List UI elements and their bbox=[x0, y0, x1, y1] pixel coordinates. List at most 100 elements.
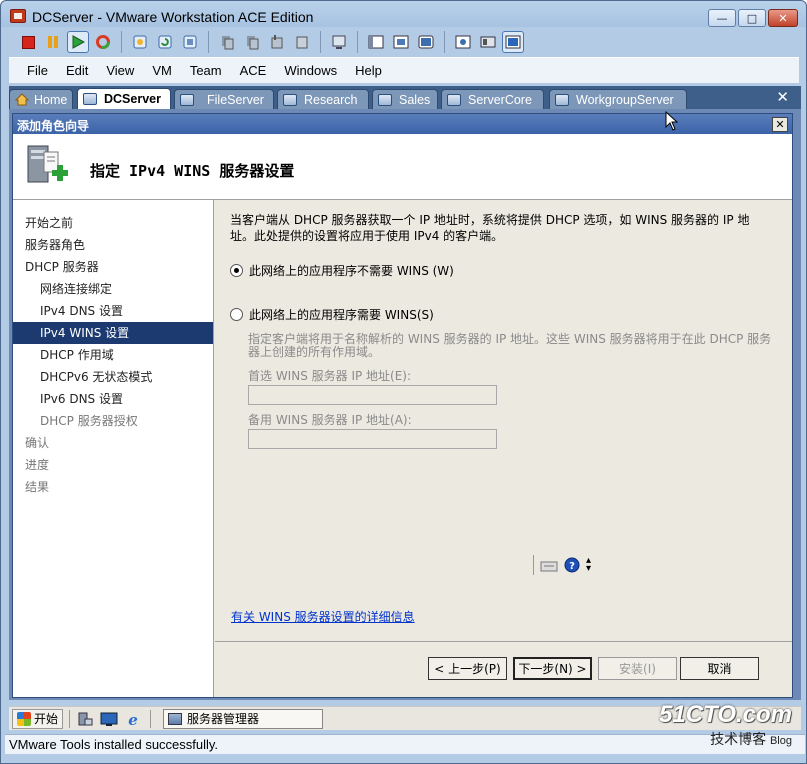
summary-view-icon[interactable] bbox=[452, 31, 474, 53]
preferred-wins-field[interactable] bbox=[248, 385, 497, 405]
tab-research[interactable]: Research bbox=[277, 89, 369, 109]
window-controls: — □ ✕ bbox=[708, 9, 798, 27]
step-ipv4-dns[interactable]: IPv4 DNS 设置 bbox=[13, 300, 213, 322]
step-dhcpv6-stateless[interactable]: DHCPv6 无状态模式 bbox=[13, 366, 213, 388]
snapshot-manager-icon[interactable] bbox=[179, 31, 201, 53]
quick-switch-icon[interactable] bbox=[415, 31, 437, 53]
windows-logo-icon bbox=[17, 711, 31, 726]
vm-icon bbox=[447, 93, 461, 106]
page-description: 当客户端从 DHCP 服务器获取一个 IP 地址时，系统将提供 DHCP 选项，… bbox=[230, 213, 750, 243]
step-network-bindings[interactable]: 网络连接绑定 bbox=[13, 278, 213, 300]
option-no-wins[interactable]: 此网络上的应用程序不需要 WINS (W) bbox=[230, 262, 454, 279]
menu-vm[interactable]: VM bbox=[144, 60, 180, 81]
tab-servercore[interactable]: ServerCore bbox=[441, 89, 544, 109]
power-off-icon[interactable] bbox=[17, 31, 39, 53]
menu-view[interactable]: View bbox=[98, 60, 142, 81]
tab-workgroupserver[interactable]: WorkgroupServer bbox=[549, 89, 687, 109]
maximize-button[interactable]: □ bbox=[738, 9, 766, 27]
tab-sales-label: Sales bbox=[399, 92, 431, 107]
tab-fileserver[interactable]: FileServer bbox=[174, 89, 274, 109]
guest-screen: 添加角色向导 ✕ 指定 IPv4 WINS 服务器设置 开始之前 服务器角色 D… bbox=[9, 109, 801, 700]
server-role-icon bbox=[27, 145, 68, 183]
show-desktop-icon[interactable] bbox=[100, 711, 118, 727]
vm-icon bbox=[378, 93, 392, 106]
watermark-sub-text: 技术博客 bbox=[710, 731, 767, 747]
step-before-you-begin[interactable]: 开始之前 bbox=[13, 212, 213, 234]
team-suspend-icon[interactable] bbox=[241, 31, 263, 53]
snapshot-icon[interactable] bbox=[129, 31, 151, 53]
alternate-wins-label: 备用 WINS 服务器 IP 地址(A): bbox=[248, 413, 412, 427]
step-dhcp-scopes[interactable]: DHCP 作用域 bbox=[13, 344, 213, 366]
team-pause-icon[interactable] bbox=[266, 31, 288, 53]
vm-icon bbox=[283, 93, 297, 106]
keyboard-icon[interactable] bbox=[540, 558, 558, 572]
power-on-icon[interactable] bbox=[67, 31, 89, 53]
title-bar: DCServer - VMware Workstation ACE Editio… bbox=[1, 1, 806, 29]
menu-bar: File Edit View VM Team ACE Windows Help bbox=[9, 57, 799, 83]
language-bar: ? ▴ ▾ bbox=[533, 555, 591, 575]
vm-tabs: Home DCServer FileServer Research Sales … bbox=[9, 86, 801, 109]
team-start-icon[interactable] bbox=[216, 31, 238, 53]
tab-servercore-label: ServerCore bbox=[468, 92, 532, 107]
server-manager-quicklaunch-icon[interactable] bbox=[76, 711, 94, 727]
preferred-wins-label: 首选 WINS 服务器 IP 地址(E): bbox=[248, 369, 412, 383]
taskbar-task-label: 服务器管理器 bbox=[187, 712, 260, 726]
watermark-site: 51CTO.com bbox=[659, 701, 792, 728]
suspend-icon[interactable] bbox=[42, 31, 64, 53]
next-button[interactable]: 下一步(N) > bbox=[513, 657, 592, 680]
toolbar bbox=[9, 29, 799, 55]
menu-file[interactable]: File bbox=[19, 60, 56, 81]
fullscreen-icon[interactable] bbox=[390, 31, 412, 53]
taskbar-separator bbox=[150, 709, 152, 728]
minimize-button[interactable]: — bbox=[708, 9, 736, 27]
wins-info-link[interactable]: 有关 WINS 服务器设置的详细信息 bbox=[231, 608, 415, 625]
option-wins-label: 此网络上的应用程序需要 WINS(S) bbox=[249, 308, 434, 322]
vm-icon bbox=[180, 93, 194, 106]
console-view-icon[interactable] bbox=[502, 31, 524, 53]
back-button[interactable]: < 上一步(P) bbox=[428, 657, 507, 680]
menu-ace[interactable]: ACE bbox=[232, 60, 275, 81]
start-button[interactable]: 开始 bbox=[12, 708, 64, 729]
taskbar-separator bbox=[69, 709, 71, 728]
home-icon bbox=[15, 93, 29, 106]
close-button[interactable]: ✕ bbox=[768, 9, 798, 27]
step-results: 结果 bbox=[25, 480, 50, 494]
tab-sales[interactable]: Sales bbox=[372, 89, 438, 109]
step-confirmation: 确认 bbox=[25, 436, 50, 450]
menu-windows[interactable]: Windows bbox=[276, 60, 345, 81]
team-stop-icon[interactable] bbox=[291, 31, 313, 53]
step-dhcp-server[interactable]: DHCP 服务器 bbox=[13, 256, 213, 278]
option-wins-required[interactable]: 此网络上的应用程序需要 WINS(S) bbox=[230, 306, 434, 323]
menu-team[interactable]: Team bbox=[182, 60, 230, 81]
language-bar-options-icon[interactable]: ▴ ▾ bbox=[586, 556, 591, 574]
sidebar-toggle-icon[interactable] bbox=[365, 31, 387, 53]
internet-explorer-icon[interactable]: e bbox=[124, 711, 142, 727]
radio-wins-required[interactable] bbox=[230, 308, 243, 321]
step-server-roles[interactable]: 服务器角色 bbox=[13, 234, 213, 256]
step-dhcp-authorization: DHCP 服务器授权 bbox=[40, 414, 138, 428]
console-icon[interactable] bbox=[328, 31, 350, 53]
tab-dcserver-label: DCServer bbox=[104, 92, 161, 106]
radio-no-wins[interactable] bbox=[230, 264, 243, 277]
close-tab-icon[interactable]: ✕ bbox=[776, 88, 789, 106]
alternate-wins-field[interactable] bbox=[248, 429, 497, 449]
menu-edit[interactable]: Edit bbox=[58, 60, 96, 81]
add-roles-wizard: 添加角色向导 ✕ 指定 IPv4 WINS 服务器设置 开始之前 服务器角色 D… bbox=[12, 113, 793, 698]
watermark: 51CTO.com 技术博客 Blog bbox=[659, 701, 792, 749]
taskbar-server-manager[interactable]: 服务器管理器 bbox=[163, 708, 324, 729]
start-label: 开始 bbox=[34, 712, 59, 726]
cancel-button[interactable]: 取消 bbox=[680, 657, 759, 680]
menu-help[interactable]: Help bbox=[347, 60, 390, 81]
wizard-close-icon[interactable]: ✕ bbox=[772, 117, 788, 132]
tab-home[interactable]: Home bbox=[9, 89, 73, 109]
svg-text:e: e bbox=[128, 711, 138, 727]
revert-snapshot-icon[interactable] bbox=[154, 31, 176, 53]
step-ipv4-wins[interactable]: IPv4 WINS 设置 bbox=[13, 322, 213, 344]
tab-dcserver[interactable]: DCServer bbox=[77, 88, 171, 109]
help-icon[interactable]: ? bbox=[564, 557, 580, 573]
reset-icon[interactable] bbox=[92, 31, 114, 53]
toolbar-separator bbox=[208, 31, 209, 53]
step-ipv6-dns[interactable]: IPv6 DNS 设置 bbox=[13, 388, 213, 410]
appliance-view-icon[interactable] bbox=[477, 31, 499, 53]
toolbar-separator bbox=[320, 31, 321, 53]
